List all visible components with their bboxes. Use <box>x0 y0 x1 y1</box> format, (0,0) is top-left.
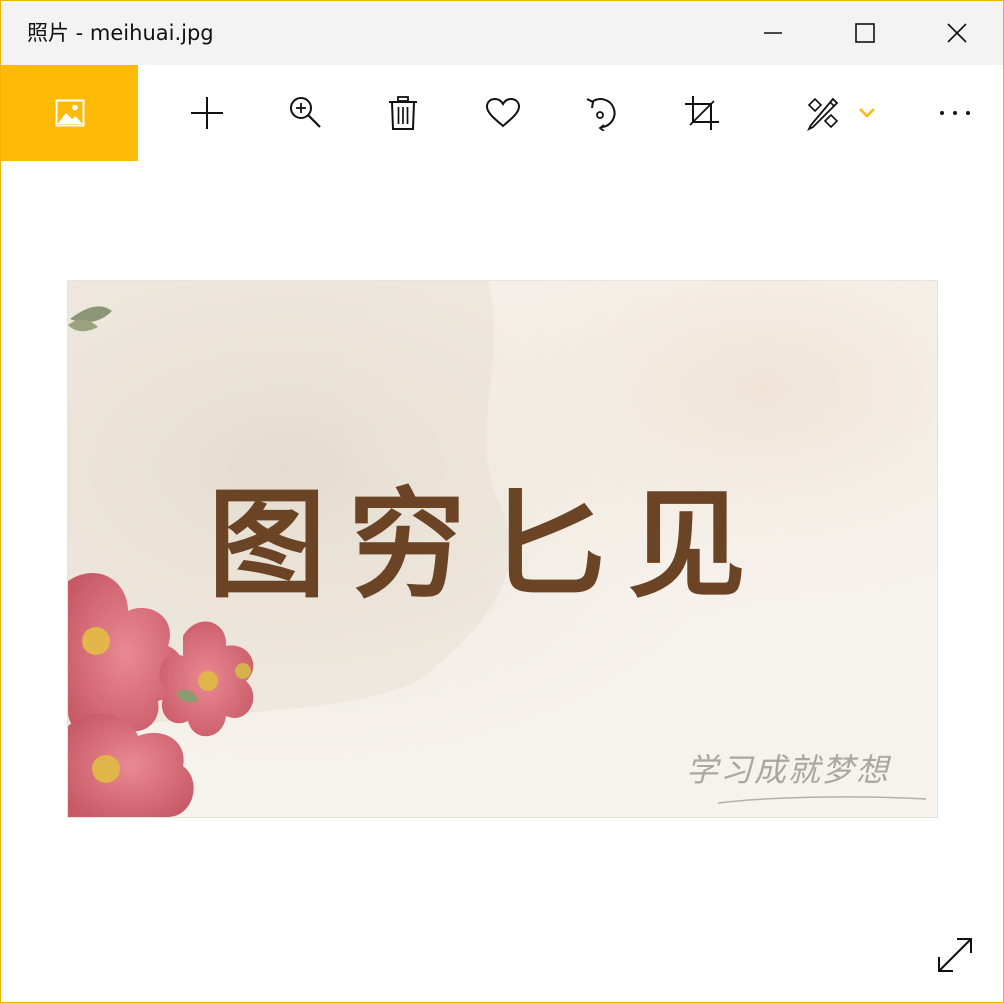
edit-dropdown-button[interactable] <box>853 65 881 161</box>
trash-icon <box>389 96 417 130</box>
window-title: 照片 - meihuai.jpg <box>27 21 214 45</box>
delete-button[interactable] <box>370 65 436 161</box>
crop-button[interactable] <box>669 65 735 161</box>
more-button[interactable] <box>925 65 985 161</box>
collection-button[interactable] <box>1 65 138 161</box>
rotate-button[interactable] <box>569 65 635 161</box>
maximize-icon <box>855 23 875 43</box>
maximize-button[interactable] <box>819 1 911 65</box>
photo-viewer-image[interactable]: 图穷匕见 学习成就梦想 <box>67 280 938 818</box>
crop-icon <box>685 96 719 130</box>
ellipsis-icon <box>940 111 970 115</box>
close-icon <box>947 23 967 43</box>
plus-icon <box>191 97 223 129</box>
fullscreen-button[interactable] <box>929 929 981 981</box>
minimize-icon <box>764 32 782 34</box>
photo-artwork: 图穷匕见 学习成就梦想 <box>68 281 937 817</box>
zoom-in-icon <box>290 97 321 128</box>
chevron-down-icon <box>859 108 875 118</box>
close-button[interactable] <box>911 1 1003 65</box>
photos-app-window: 照片 - meihuai.jpg 图穷匕见 学习成就梦想 <box>0 0 1004 1003</box>
zoom-button[interactable] <box>272 65 338 161</box>
edit-pencil-icon <box>806 97 839 131</box>
expand-icon <box>938 938 972 972</box>
favorite-button[interactable] <box>470 65 536 161</box>
rotate-icon <box>586 98 616 131</box>
heart-icon <box>485 97 521 128</box>
photo-signature-text: 学习成就梦想 <box>686 751 892 789</box>
add-to-button[interactable] <box>174 65 240 161</box>
toolbar <box>1 65 1003 161</box>
edit-create-button[interactable] <box>791 65 855 161</box>
photos-icon <box>55 99 84 127</box>
minimize-button[interactable] <box>727 1 819 65</box>
title-bar: 照片 - meihuai.jpg <box>1 1 1003 65</box>
photo-headline-text: 图穷匕见 <box>208 475 768 614</box>
